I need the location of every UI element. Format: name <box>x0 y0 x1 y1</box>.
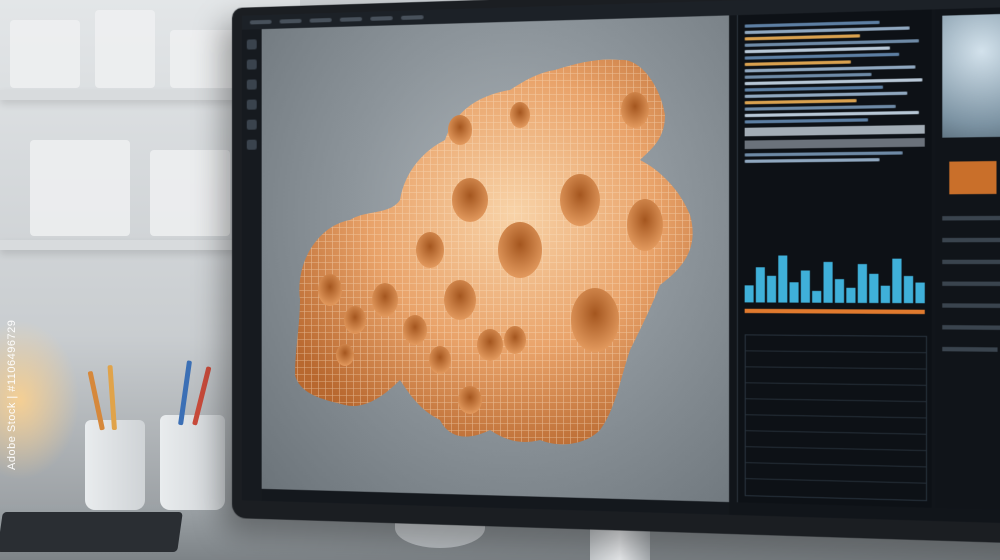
3d-porous-model <box>0 0 1000 560</box>
watermark-id: Adobe Stock | #1106496729 <box>6 320 18 470</box>
watermark-text: Adobe Stock | #1106496729 <box>6 320 18 470</box>
